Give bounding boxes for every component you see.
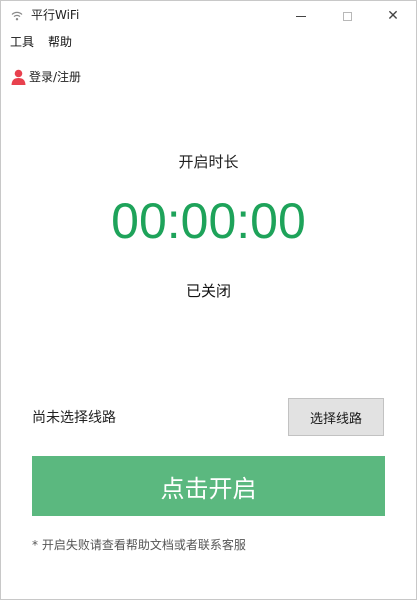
help-note: * 开启失败请查看帮助文档或者联系客服: [32, 538, 246, 552]
minimize-button[interactable]: [278, 1, 324, 31]
wifi-icon: [11, 11, 23, 21]
menu-item-help[interactable]: 帮助: [48, 34, 72, 50]
select-route-button[interactable]: 选择线路: [288, 398, 384, 436]
window-title: 平行WiFi: [31, 8, 80, 22]
menu-bar: 工具 帮助: [1, 32, 416, 52]
route-status: 尚未选择线路: [32, 410, 116, 426]
timer-value: 00:00:00: [111, 193, 306, 249]
maximize-button[interactable]: [324, 1, 370, 31]
connection-status: 已关闭: [185, 282, 231, 300]
login-label: 登录/注册: [29, 70, 82, 84]
start-button[interactable]: 点击开启: [32, 456, 385, 516]
minimize-icon: [296, 15, 306, 17]
timer-caption: 开启时长: [178, 153, 239, 171]
maximize-icon: [342, 11, 352, 21]
close-icon: ✕: [387, 8, 399, 24]
user-icon: [11, 69, 26, 85]
close-button[interactable]: ✕: [370, 1, 416, 31]
menu-item-tools[interactable]: 工具: [10, 34, 34, 50]
app-window: 平行WiFi ✕ 工具 帮助 登录/注册 开启时长 00:00:00 已关闭 尚…: [0, 0, 417, 600]
title-bar[interactable]: 平行WiFi ✕: [1, 1, 416, 31]
login-link[interactable]: 登录/注册: [11, 68, 81, 86]
